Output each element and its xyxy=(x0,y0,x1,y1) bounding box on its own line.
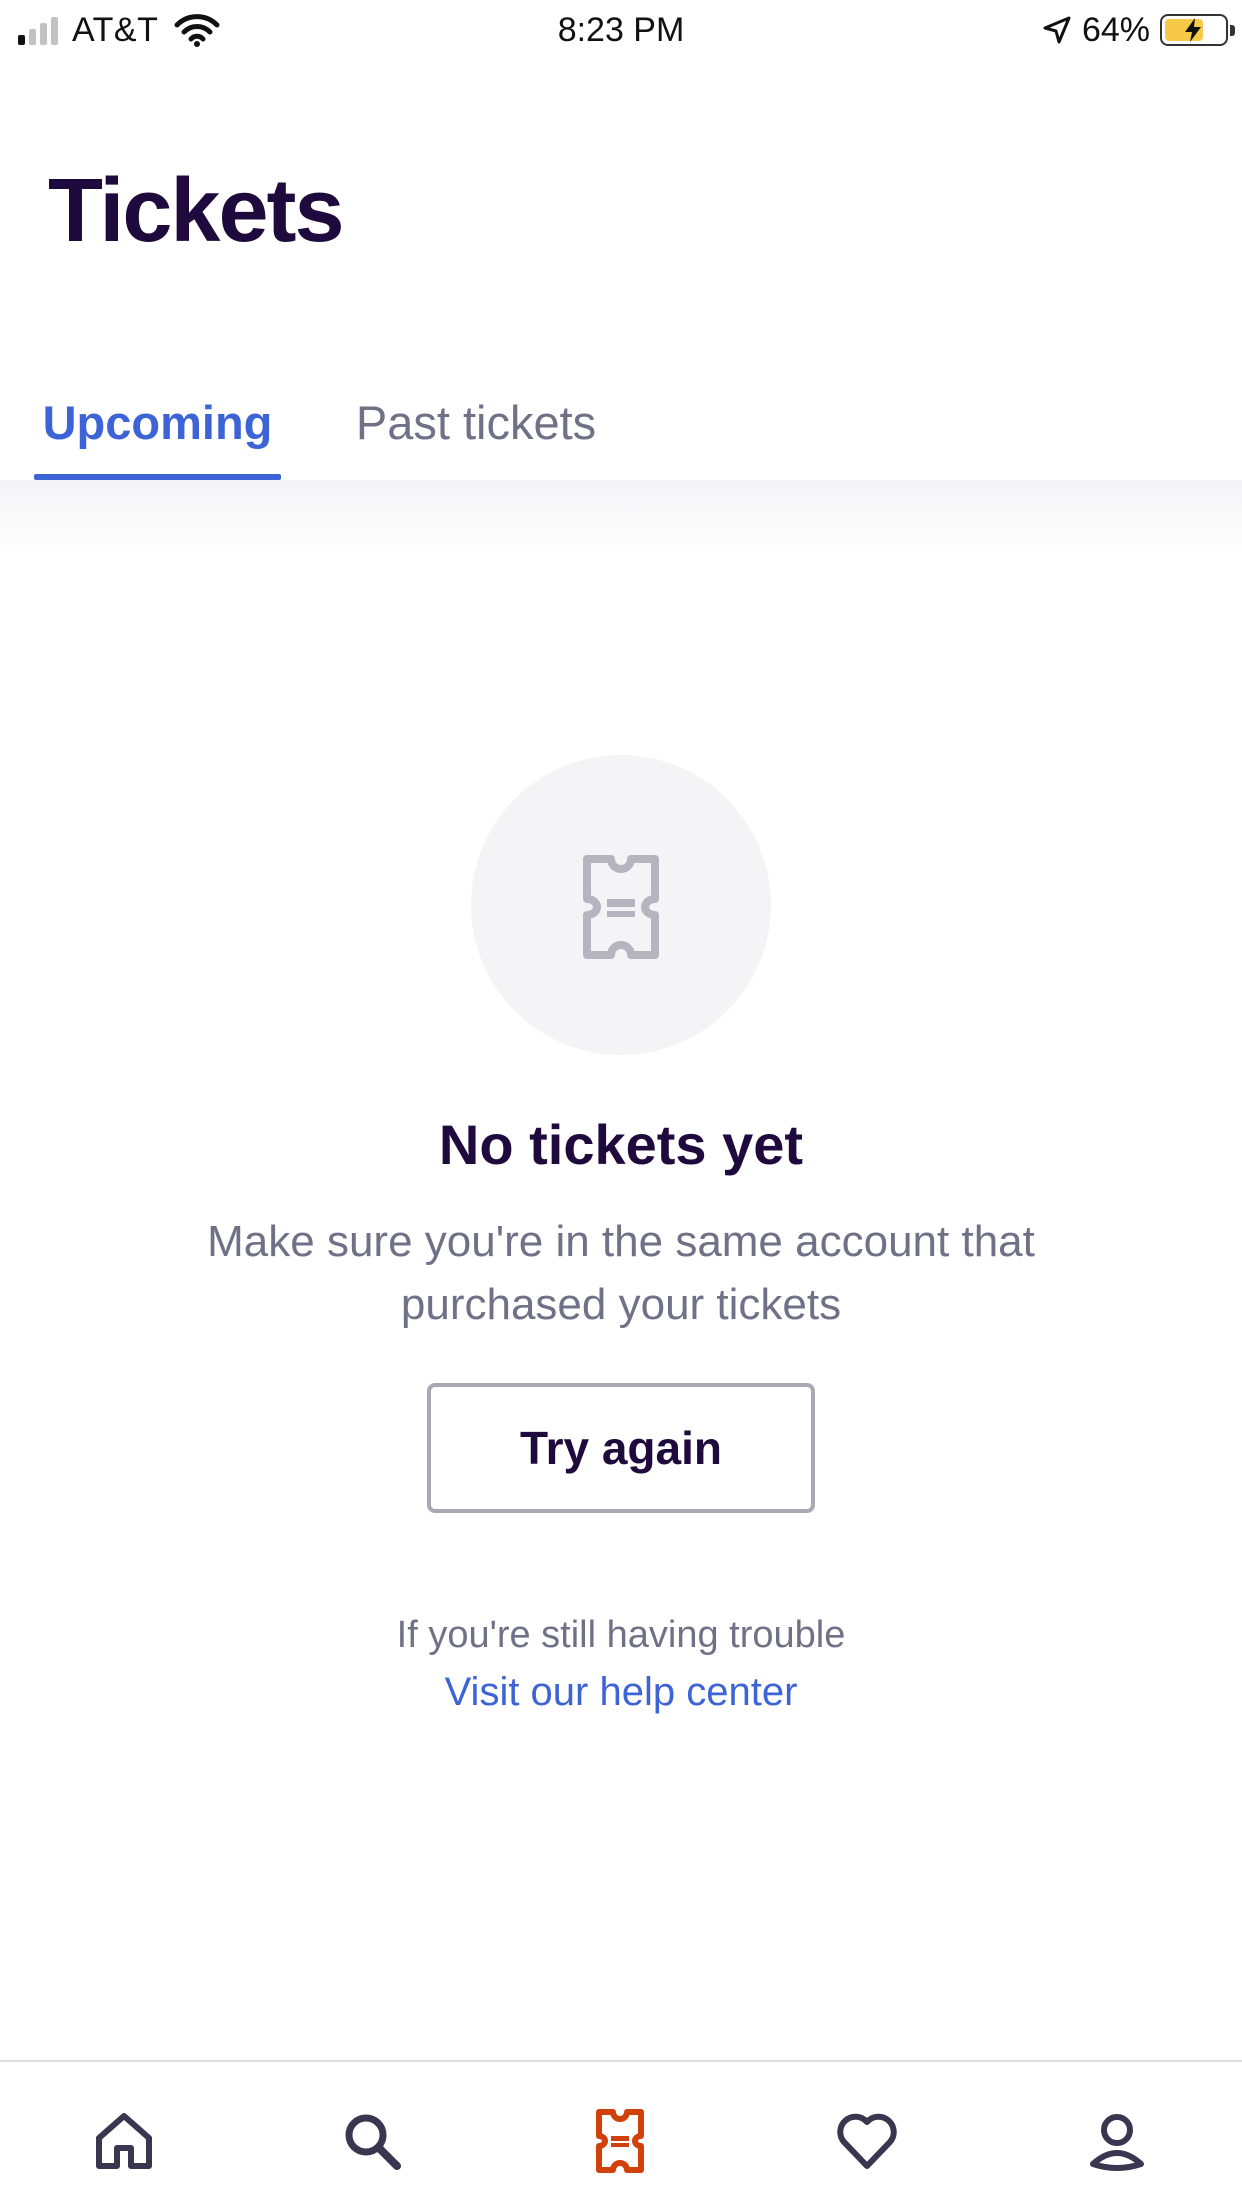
help-center-link[interactable]: Visit our help center xyxy=(0,1670,1242,1715)
empty-state-illustration xyxy=(471,755,771,1055)
bottom-nav xyxy=(0,2060,1242,2208)
trouble-text: If you're still having trouble xyxy=(396,1614,846,1656)
search-icon xyxy=(345,2114,401,2170)
empty-state-description: Make sure you're in the same account tha… xyxy=(207,1217,1035,1329)
nav-home[interactable] xyxy=(91,2108,157,2174)
nav-likes[interactable] xyxy=(834,2108,900,2174)
heart-icon xyxy=(837,2113,897,2169)
try-again-button[interactable]: Try again xyxy=(427,1383,815,1513)
tab-bar: Upcoming Past tickets xyxy=(0,384,1242,480)
empty-state-title: No tickets yet xyxy=(438,1113,804,1176)
home-icon xyxy=(96,2113,152,2169)
nav-search[interactable] xyxy=(339,2108,405,2174)
page-title: Tickets xyxy=(48,161,345,261)
profile-icon xyxy=(1090,2114,1144,2171)
battery-percent: 64% xyxy=(1081,10,1150,49)
ticket-icon xyxy=(596,2109,644,2173)
location-arrow-icon xyxy=(1043,16,1071,44)
status-bar: AT&T 8:23 PM 64% xyxy=(0,0,1242,60)
ticket-icon xyxy=(583,855,659,959)
tickets-screen: AT&T 8:23 PM 64% Tickets Upcoming Past t… xyxy=(0,0,1242,2208)
battery-charging-icon xyxy=(1160,14,1235,46)
nav-tickets[interactable] xyxy=(587,2108,653,2174)
tab-past-tickets[interactable]: Past tickets xyxy=(344,384,608,480)
tab-upcoming[interactable]: Upcoming xyxy=(34,384,281,480)
status-right: 64% xyxy=(1042,8,1235,52)
tab-divider-shadow xyxy=(0,480,1242,556)
nav-profile[interactable] xyxy=(1084,2108,1150,2174)
